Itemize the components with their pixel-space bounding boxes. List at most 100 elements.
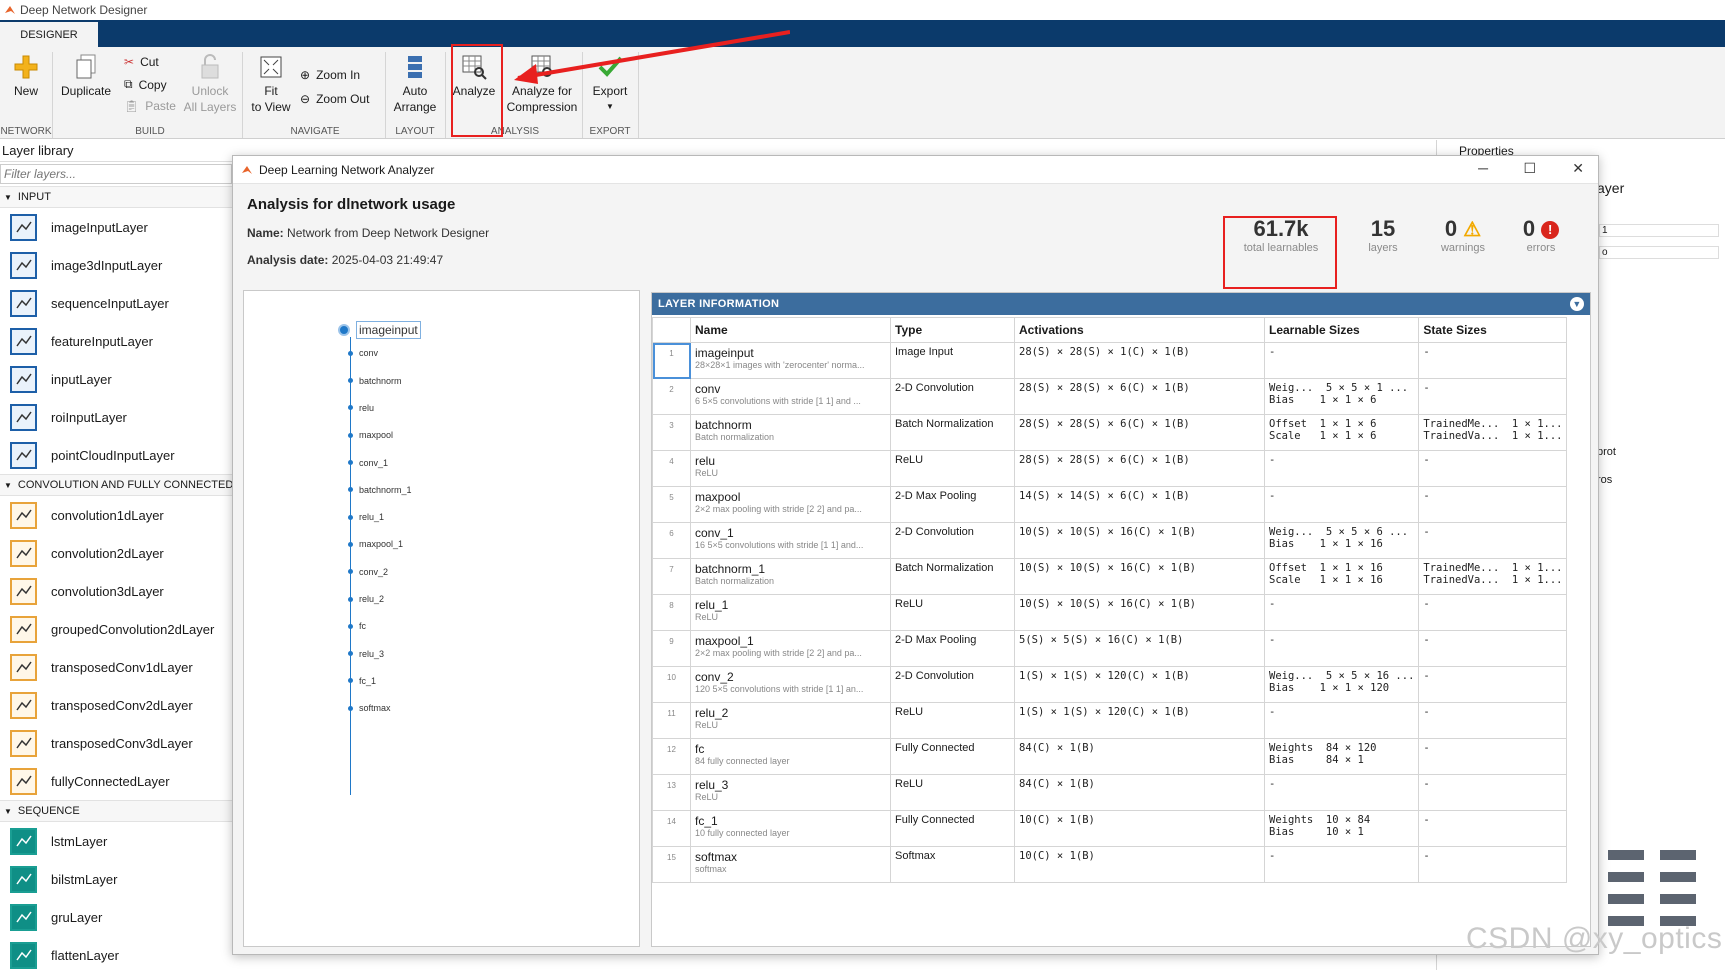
graph-node[interactable]: imageinput xyxy=(338,321,421,339)
tab-designer[interactable]: DESIGNER xyxy=(0,22,98,47)
zoom-in-button[interactable]: ⊕ Zoom In xyxy=(300,68,360,82)
state-sizes-cell: - xyxy=(1418,594,1568,631)
table-row[interactable]: 11 relu_2 ReLU ReLU 1(S) × 1(S) × 120(C) × 1… xyxy=(652,702,1568,739)
learnable-sizes-cell: - xyxy=(1263,342,1420,379)
layer-item[interactable]: bilstmLayer xyxy=(0,860,232,898)
layer-item[interactable]: transposedConv3dLayer xyxy=(0,724,232,762)
graph-node[interactable]: softmax xyxy=(348,703,391,713)
layer-item[interactable]: sequenceInputLayer xyxy=(0,284,232,322)
graph-node[interactable]: fc xyxy=(348,621,366,631)
maximize-icon[interactable]: ☐ xyxy=(1523,160,1536,177)
node-dot xyxy=(348,487,353,493)
unlock-all-layers-button[interactable]: Unlock All Layers xyxy=(182,53,238,115)
group-label-navigate: NAVIGATE xyxy=(290,126,340,137)
row-index: 3 xyxy=(652,414,691,451)
graph-node[interactable]: conv_1 xyxy=(348,458,388,468)
layer-item[interactable]: groupedConvolution2dLayer xyxy=(0,610,232,648)
state-sizes-cell: TrainedMe... 1 × 1... TrainedVa... 1 × 1.… xyxy=(1418,414,1568,451)
copy-button[interactable]: ⧉ Copy xyxy=(124,77,167,92)
layer-item[interactable]: convolution1dLayer xyxy=(0,496,232,534)
layer-item[interactable]: pointCloudInputLayer xyxy=(0,436,232,474)
table-row[interactable]: 9 maxpool_1 2×2 max pooling with stride [2… xyxy=(652,630,1568,667)
window-title: Deep Network Designer xyxy=(20,3,148,17)
duplicate-button[interactable]: Duplicate xyxy=(58,53,114,99)
state-sizes-cell: - xyxy=(1418,342,1568,379)
close-icon[interactable]: ✕ xyxy=(1572,160,1584,177)
graph-node[interactable]: relu_1 xyxy=(348,512,384,522)
column-header[interactable]: Name xyxy=(690,317,891,343)
table-row[interactable]: 12 fc 84 fully connected layer Fully Connec… xyxy=(652,738,1568,775)
layer-item[interactable]: transposedConv2dLayer xyxy=(0,686,232,724)
filter-layers-input[interactable] xyxy=(0,164,232,184)
node-dot xyxy=(348,350,353,356)
minimize-icon[interactable]: ─ xyxy=(1478,160,1488,176)
section-header[interactable]: ▼ INPUT xyxy=(0,186,232,208)
graph-node[interactable]: conv xyxy=(348,348,378,358)
layer-item[interactable]: convolution3dLayer xyxy=(0,572,232,610)
column-header[interactable]: State Sizes xyxy=(1418,317,1568,343)
new-button[interactable]: New xyxy=(6,53,46,99)
watermark: CSDN @xy_optics xyxy=(1466,922,1723,955)
layer-item[interactable]: flattenLayer xyxy=(0,936,232,974)
state-sizes-cell: - xyxy=(1418,774,1568,811)
layer-type-cell: Image Input xyxy=(890,342,1015,379)
layer-item[interactable]: gruLayer xyxy=(0,898,232,936)
table-row[interactable]: 13 relu_3 ReLU ReLU 84(C) × 1(B) - - xyxy=(652,774,1568,811)
state-sizes-cell: - xyxy=(1418,702,1568,739)
section-header[interactable]: ▼ SEQUENCE xyxy=(0,800,232,822)
graph-node[interactable]: batchnorm xyxy=(348,376,402,386)
learnable-sizes-cell: Offset 1 × 1 × 6 Scale 1 × 1 × 6 xyxy=(1263,414,1420,451)
graph-node[interactable]: batchnorm_1 xyxy=(348,485,412,495)
stat-layers: 15 layers xyxy=(1368,216,1398,254)
table-row[interactable]: 6 conv_1 16 5×5 convolutions with stride [… xyxy=(652,522,1568,559)
layer-item[interactable]: image3dInputLayer xyxy=(0,246,232,284)
column-header[interactable]: Learnable Sizes xyxy=(1263,317,1420,343)
layer-item[interactable]: inputLayer xyxy=(0,360,232,398)
auto-arrange-button[interactable]: Auto Arrange xyxy=(390,53,440,115)
layer-item[interactable]: transposedConv1dLayer xyxy=(0,648,232,686)
graph-node[interactable]: fc_1 xyxy=(348,676,376,686)
matlab-logo-icon xyxy=(5,6,15,14)
table-row[interactable]: 7 batchnorm_1 Batch normalization Batch Nor… xyxy=(652,558,1568,595)
table-row[interactable]: 10 conv_2 120 5×5 convolutions with stride… xyxy=(652,666,1568,703)
layer-item[interactable]: roiInputLayer xyxy=(0,398,232,436)
collapse-icon[interactable]: ▼ xyxy=(1570,297,1584,311)
layer-information-table: Name Type Activations Learnable Sizes State … xyxy=(652,317,1568,883)
graph-node[interactable]: conv_2 xyxy=(348,567,388,577)
layer-item[interactable]: convolution2dLayer xyxy=(0,534,232,572)
zoom-out-button[interactable]: ⊖ Zoom Out xyxy=(300,92,369,106)
table-row[interactable]: 14 fc_1 10 fully connected layer Fully Conn… xyxy=(652,810,1568,847)
learnable-sizes-cell: Weig... 5 × 5 × 16 ... Bias 1 × 1 × 120 xyxy=(1263,666,1420,703)
column-header[interactable]: Type xyxy=(890,317,1015,343)
row-index: 11 xyxy=(652,702,691,739)
column-header[interactable] xyxy=(652,317,691,343)
table-row[interactable]: 5 maxpool 2×2 max pooling with stride [2 2… xyxy=(652,486,1568,523)
table-row[interactable]: 15 softmax softmax Softmax 10(C) × 1(B) - - xyxy=(652,846,1568,883)
graph-node[interactable]: maxpool_1 xyxy=(348,539,403,549)
table-row[interactable]: 1 imageinput 28×28×1 images with 'zerocent… xyxy=(652,342,1568,379)
table-row[interactable]: 8 relu_1 ReLU ReLU 10(S) × 10(S) × 16(C) × 1… xyxy=(652,594,1568,631)
table-row[interactable]: 4 relu ReLU ReLU 28(S) × 28(S) × 6(C) × 1(B)… xyxy=(652,450,1568,487)
graph-node[interactable]: relu_3 xyxy=(348,649,384,659)
network-graph[interactable]: imageinput conv batchnorm relu maxpool conv_1… xyxy=(243,290,640,947)
section-header[interactable]: ▼ CONVOLUTION AND FULLY CONNECTED xyxy=(0,474,232,496)
graph-node[interactable]: maxpool xyxy=(348,430,393,440)
column-header[interactable]: Activations xyxy=(1014,317,1265,343)
graph-node[interactable]: relu_2 xyxy=(348,594,384,604)
learnable-sizes-cell: - xyxy=(1263,846,1420,883)
table-row[interactable]: 3 batchnorm Batch normalization Batch Norma… xyxy=(652,414,1568,451)
paste-button[interactable]: 📋︎ Paste xyxy=(124,99,176,113)
layer-item[interactable]: featureInputLayer xyxy=(0,322,232,360)
layer-item[interactable]: fullyConnectedLayer xyxy=(0,762,232,800)
layer-information-header: LAYER INFORMATION ▼ xyxy=(652,293,1590,315)
layer-item[interactable]: lstmLayer xyxy=(0,822,232,860)
layer-type-cell: Fully Connected xyxy=(890,738,1015,775)
table-row[interactable]: 2 conv 6 5×5 convolutions with stride [1 1… xyxy=(652,378,1568,415)
layer-icon xyxy=(10,903,37,931)
row-index: 5 xyxy=(652,486,691,523)
graph-node[interactable]: relu xyxy=(348,403,374,413)
fit-to-view-button[interactable]: Fit to View xyxy=(246,53,296,115)
learnable-sizes-cell: - xyxy=(1263,774,1420,811)
cut-button[interactable]: ✂ Cut xyxy=(124,55,159,69)
layer-item[interactable]: imageInputLayer xyxy=(0,208,232,246)
